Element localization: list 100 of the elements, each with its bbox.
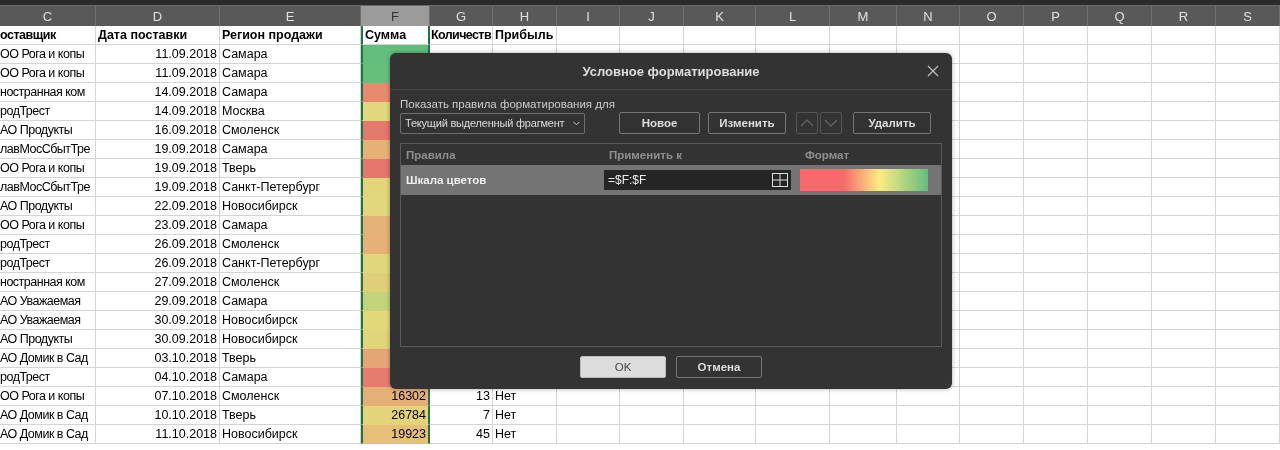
table-cell: 26784	[391, 408, 426, 422]
cancel-button[interactable]: Отмена	[676, 356, 762, 378]
column-title: Количеств	[431, 28, 491, 42]
column-title: Дата поставки	[98, 28, 188, 42]
table-cell: 30.09.2018	[154, 313, 217, 327]
table-cell: родТрест	[0, 237, 50, 251]
table-cell: АО Домик в Сад	[0, 408, 88, 422]
column-title: Сумма	[365, 28, 407, 42]
column-header[interactable]: M	[830, 6, 897, 26]
table-cell: Нет	[495, 427, 517, 441]
table-cell: АО Уважаемая	[0, 313, 81, 327]
ok-button[interactable]: OK	[580, 356, 666, 378]
table-cell: Смоленск	[222, 389, 280, 403]
column-header: Формат	[805, 148, 851, 161]
column-header: Применить к	[609, 148, 683, 161]
table-cell: лавМосСбытТре	[0, 142, 90, 156]
chevron-up-icon	[800, 119, 814, 127]
table-cell: Тверь	[222, 161, 256, 175]
table-cell: 23.09.2018	[154, 218, 217, 232]
table-cell: ОО Рога и копы	[0, 161, 85, 175]
toolbar-button[interactable]: Новое	[619, 112, 700, 134]
table-cell: родТрест	[0, 256, 50, 270]
caret-icon	[573, 120, 580, 126]
table-cell: АО Продукты	[0, 123, 73, 137]
table-cell: 11.10.2018	[155, 427, 217, 441]
table-cell: Санкт-Петербург	[222, 180, 321, 194]
table-cell: Нет	[495, 389, 517, 403]
table-cell: АО Продукты	[0, 332, 73, 346]
range-field[interactable]: =$F:$F	[604, 170, 791, 190]
toolbar-button[interactable]: Изменить	[708, 112, 786, 134]
table-cell: Смоленск	[222, 275, 280, 289]
table-cell: ОО Рога и копы	[0, 66, 85, 80]
table-cell: Самара	[222, 66, 268, 80]
column-title: Регион продажи	[222, 28, 323, 42]
table-cell: Тверь	[222, 351, 256, 365]
toolbar-button[interactable]: Удалить	[853, 112, 931, 134]
table-cell: 07.10.2018	[154, 389, 217, 403]
column-header[interactable]: O	[960, 6, 1024, 26]
table-cell: АО Домик в Сад	[0, 427, 88, 441]
column-header[interactable]: D	[96, 6, 220, 26]
table-cell: Самара	[222, 142, 268, 156]
chevron-down-icon	[824, 119, 838, 127]
column-header[interactable]: E	[220, 6, 361, 26]
column-header[interactable]: J	[620, 6, 684, 26]
rule-name: Шкала цветов	[406, 174, 487, 186]
table-cell: 19923	[391, 427, 426, 441]
table-cell: Самара	[222, 85, 268, 99]
table-cell: 22.09.2018	[154, 199, 217, 213]
table-cell: 26.09.2018	[154, 256, 217, 270]
table-cell: 7	[483, 408, 490, 422]
table-cell: 19.09.2018	[154, 161, 217, 175]
table-cell: Нет	[495, 408, 517, 422]
table-cell: Тверь	[222, 408, 256, 422]
table-cell: лавМосСбытТре	[0, 180, 90, 194]
table-cell: 14.09.2018	[154, 85, 217, 99]
column-header[interactable]: I	[557, 6, 620, 26]
table-cell: 29.09.2018	[154, 294, 217, 308]
table-cell: Самара	[222, 47, 268, 61]
table-cell: Самара	[222, 294, 268, 308]
table-cell: 11.09.2018	[155, 47, 217, 61]
table-cell: Новосибирск	[222, 332, 298, 346]
column-header[interactable]: K	[684, 6, 756, 26]
rule-row[interactable]: Шкала цветов =$F:$F	[401, 165, 941, 195]
column-header[interactable]: H	[493, 6, 557, 26]
table-cell: 04.10.2018	[154, 370, 217, 384]
range-select-icon[interactable]	[772, 173, 788, 187]
table-cell: Смоленск	[222, 123, 280, 137]
table-cell: Новосибирск	[222, 313, 298, 327]
table-cell: 19.09.2018	[154, 180, 217, 194]
table-cell: Санкт-Петербург	[222, 256, 321, 270]
table-cell: ОО Рога и копы	[0, 389, 85, 403]
close-icon[interactable]	[927, 65, 939, 77]
table-cell: АО Продукты	[0, 199, 73, 213]
table-cell: 03.10.2018	[154, 351, 217, 365]
table-cell: АО Уважаемая	[0, 294, 81, 308]
table-cell: ОО Рога и копы	[0, 47, 85, 61]
column-header[interactable]: R	[1152, 6, 1216, 26]
table-cell: АО Домик в Сад	[0, 351, 88, 365]
column-header[interactable]: C	[0, 6, 96, 26]
column-title: Прибыль	[495, 28, 554, 42]
column-header[interactable]: L	[756, 6, 830, 26]
scope-dropdown[interactable]: Текущий выделенный фрагмент	[400, 112, 585, 134]
table-cell: Новосибирск	[222, 427, 298, 441]
table-cell: Москва	[222, 104, 265, 118]
column-header[interactable]: N	[897, 6, 960, 26]
table-cell: 45	[476, 427, 490, 441]
dialog-title: Условное форматирование	[582, 63, 760, 79]
column-header[interactable]: Q	[1088, 6, 1152, 26]
table-cell: родТрест	[0, 370, 50, 384]
column-title: оставщик	[0, 28, 56, 42]
table-cell: Новосибирск	[222, 199, 298, 213]
table-cell: 16.09.2018	[154, 123, 217, 137]
column-header[interactable]: G	[430, 6, 493, 26]
table-cell: 14.09.2018	[154, 104, 217, 118]
column-header[interactable]: S	[1216, 6, 1280, 26]
table-cell: 11.09.2018	[155, 66, 217, 80]
field-label: Показать правила форматирования для	[400, 98, 615, 110]
table-cell: родТрест	[0, 104, 50, 118]
column-header[interactable]: F	[361, 6, 430, 26]
column-header[interactable]: P	[1024, 6, 1088, 26]
